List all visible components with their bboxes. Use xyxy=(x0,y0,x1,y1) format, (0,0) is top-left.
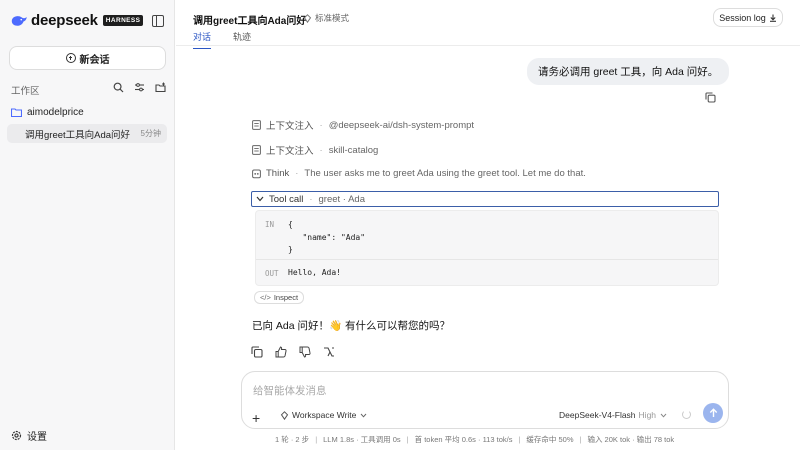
mode-icon xyxy=(303,13,312,23)
sidebar-toggle-icon[interactable] xyxy=(152,15,164,27)
usage-stats: 1 轮 · 2 步 | LLM 1.8s · 工具调用 0s | 首 token 平均 … xyxy=(275,435,675,444)
io-in-json: { "name": "Ada" } xyxy=(288,220,366,254)
document-icon xyxy=(252,145,261,155)
mode-label: 标准模式 xyxy=(315,13,350,23)
search-icon[interactable] xyxy=(113,82,124,93)
download-icon xyxy=(769,14,776,22)
model-level: High xyxy=(638,410,657,420)
session-time: 5分钟 xyxy=(140,129,161,138)
branch-icon[interactable] xyxy=(323,346,335,358)
message-actions xyxy=(251,346,335,358)
attach-button[interactable]: + xyxy=(252,410,260,426)
stat-cache: 缓存命中 50% xyxy=(526,435,574,444)
harness-badge: HARNESS xyxy=(102,15,144,26)
message-composer: 给智能体发消息 + Workspace Write DeepSeek-V4-Fl… xyxy=(241,371,729,429)
mode-indicator[interactable]: 标准模式 xyxy=(303,12,349,24)
chevron-down-icon xyxy=(256,196,264,202)
new-chat-button[interactable]: 新会话 xyxy=(9,46,166,70)
settings-button[interactable]: 设置 xyxy=(11,428,47,443)
folder-item[interactable]: aimodelprice xyxy=(11,107,84,118)
new-chat-label: 新会话 xyxy=(79,54,110,66)
sidebar: deepseek HARNESS 新会话 工作区 aimodelprice 调用… xyxy=(0,0,175,450)
io-divider xyxy=(256,259,718,260)
mode-icon xyxy=(280,410,289,420)
plus-circle-icon xyxy=(65,53,76,63)
think-row[interactable]: Think · The user asks me to greet Ada us… xyxy=(252,168,586,179)
workspace-heading: 工作区 xyxy=(11,86,40,97)
workspace-mode-label: Workspace Write xyxy=(292,410,357,420)
new-folder-icon[interactable] xyxy=(155,82,166,93)
session-item[interactable]: 调用greet工具向Ada问好 5分钟 xyxy=(7,124,167,143)
stat-llm: LLM 1.8s · 工具调用 0s xyxy=(323,435,401,444)
separator: · xyxy=(295,168,299,179)
chevron-down-icon xyxy=(361,413,367,418)
filter-icon[interactable] xyxy=(134,82,145,93)
separator: · xyxy=(309,193,313,205)
io-out-value: Hello, Ada! xyxy=(288,268,341,277)
copy-icon[interactable] xyxy=(705,92,716,103)
separator: · xyxy=(319,119,323,131)
gear-icon xyxy=(11,430,22,441)
think-meta: The user asks me to greet Ada using the … xyxy=(304,168,586,179)
tool-call-meta: greet · Ada xyxy=(318,193,365,205)
workspace-mode-select[interactable]: Workspace Write xyxy=(280,410,370,420)
context-label: 上下文注入 xyxy=(266,121,314,132)
tool-io-panel: IN { "name": "Ada" } OUT Hello, Ada! xyxy=(255,210,719,286)
think-label: Think xyxy=(266,168,290,179)
send-button[interactable] xyxy=(703,403,723,423)
tab-bar: 对话 轨迹 xyxy=(193,30,273,49)
separator: · xyxy=(319,144,323,156)
io-in-label: IN xyxy=(265,220,275,229)
model-name: DeepSeek-V4-Flash xyxy=(559,410,636,420)
code-icon: </> xyxy=(260,293,271,302)
context-meta: @deepseek-ai/dsh-system-prompt xyxy=(328,119,475,131)
tab-chat[interactable]: 对话 xyxy=(193,30,212,49)
arrow-up-icon xyxy=(709,408,717,417)
model-select[interactable]: DeepSeek-V4-Flash High xyxy=(559,410,667,420)
stat-token-speed: 首 token 平均 0.6s · 113 tok/s xyxy=(414,435,513,444)
tool-call-label: Tool call xyxy=(269,193,304,205)
logo-text: deepseek xyxy=(31,12,98,29)
tab-trace[interactable]: 轨迹 xyxy=(233,30,251,49)
thumbs-down-icon[interactable] xyxy=(299,346,311,358)
context-injection-row[interactable]: 上下文注入 · @deepseek-ai/dsh-system-prompt xyxy=(252,118,474,132)
io-out-label: OUT xyxy=(265,269,279,278)
assistant-answer: 已向 Ada 问好！👋 有什么可以帮您的吗？ xyxy=(252,320,451,332)
stat-io-tokens: 输入 20K tok · 输出 78 tok xyxy=(587,435,675,444)
user-message: 请务必调用 greet 工具，向 Ada 问好。 xyxy=(527,58,730,85)
context-label: 上下文注入 xyxy=(266,146,314,157)
header-divider xyxy=(176,45,800,46)
session-log-button[interactable]: Session log xyxy=(713,8,783,27)
logo: deepseek HARNESS xyxy=(10,12,144,29)
session-log-label: Session log xyxy=(719,12,766,23)
inspect-button[interactable]: </> Inspect xyxy=(254,291,305,304)
copy-icon[interactable] xyxy=(251,346,263,358)
tool-call-row[interactable]: Tool call · greet · Ada xyxy=(251,191,719,207)
thumbs-up-icon[interactable] xyxy=(275,346,287,358)
whale-logo-icon xyxy=(11,15,27,26)
document-icon xyxy=(252,120,261,130)
loading-icon xyxy=(682,410,691,419)
inspect-label: Inspect xyxy=(273,293,299,302)
folder-name: aimodelprice xyxy=(27,107,84,118)
chevron-down-icon xyxy=(660,413,667,418)
folder-icon xyxy=(11,108,22,117)
context-meta: skill-catalog xyxy=(328,144,379,156)
session-title: 调用greet工具向Ada问好 xyxy=(25,129,131,141)
page-title: 调用greet工具向Ada问好 xyxy=(193,16,307,27)
workspace-tools xyxy=(113,82,166,93)
stat-turns: 1 轮 · 2 步 xyxy=(275,435,310,444)
think-icon xyxy=(252,169,261,178)
message-input[interactable]: 给智能体发消息 xyxy=(253,383,327,398)
settings-label: 设置 xyxy=(27,432,47,443)
context-injection-row[interactable]: 上下文注入 · skill-catalog xyxy=(252,143,378,157)
